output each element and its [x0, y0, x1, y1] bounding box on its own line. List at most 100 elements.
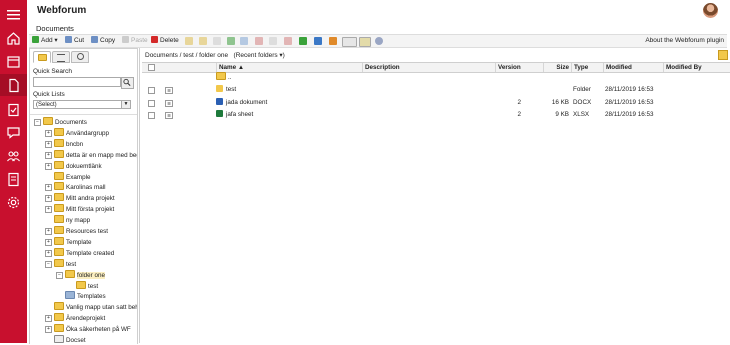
layout-toggle-icon[interactable]: [718, 50, 728, 60]
tree-node[interactable]: − Documents: [34, 117, 87, 127]
chat-icon[interactable]: [6, 125, 21, 140]
breadcrumb-path[interactable]: Documents / test / folder one: [145, 52, 228, 59]
row-checkbox[interactable]: [148, 99, 155, 107]
file-name-link[interactable]: test: [216, 84, 236, 96]
row-checkbox[interactable]: [148, 87, 155, 94]
people-icon[interactable]: [6, 149, 21, 164]
version-icon[interactable]: [227, 37, 235, 45]
parent-folder-row[interactable]: ..: [142, 72, 730, 84]
recent-folders-dropdown[interactable]: (Recent folders ▾): [234, 52, 285, 59]
row-menu-icon[interactable]: ☰: [165, 99, 173, 107]
tree-node[interactable]: − folder one: [56, 269, 106, 280]
row-checkbox[interactable]: [148, 112, 155, 119]
tree-node[interactable]: Vanlig mapp utan satt behöri: [45, 302, 137, 312]
add-button[interactable]: Add ▾: [32, 36, 58, 46]
column-modified-by[interactable]: Modified By: [663, 63, 730, 72]
table-row[interactable]: ☰ jada dokument 2 16 KB DOCX 28/11/2019 16:53: [142, 97, 730, 109]
expand-icon[interactable]: +: [45, 326, 52, 334]
expand-icon[interactable]: +: [45, 195, 52, 203]
column-description[interactable]: Description: [362, 63, 495, 72]
quick-search-input[interactable]: [33, 77, 121, 87]
expand-icon[interactable]: +: [45, 151, 52, 159]
expand-icon[interactable]: +: [45, 129, 52, 137]
about-plugin-link[interactable]: About the Webforum plugin: [645, 36, 724, 46]
expand-icon[interactable]: +: [45, 184, 52, 192]
calendar-icon[interactable]: [6, 54, 21, 69]
row-menu-icon[interactable]: ☰: [165, 87, 173, 94]
tree-node[interactable]: − test: [45, 258, 76, 269]
help-icon[interactable]: [375, 37, 383, 45]
tree-node[interactable]: + Användargrupp: [45, 127, 109, 138]
form-icon[interactable]: [6, 172, 21, 187]
avatar[interactable]: [703, 3, 718, 18]
table-row[interactable]: ☰ test Folder 28/11/2019 16:53: [142, 84, 730, 96]
collapse-icon[interactable]: −: [34, 119, 41, 126]
column-modified[interactable]: Modified: [603, 63, 663, 72]
documents-icon[interactable]: [6, 78, 21, 93]
remove-link-icon[interactable]: [255, 37, 263, 45]
checkout-icon[interactable]: [213, 37, 221, 45]
collapse-icon[interactable]: −: [45, 260, 52, 268]
details-view-icon[interactable]: [359, 37, 371, 47]
tree-node[interactable]: + Resources test: [45, 226, 108, 236]
home-icon[interactable]: [6, 31, 21, 46]
tree-node[interactable]: + bncbn: [45, 138, 83, 149]
tree-node[interactable]: ny mapp: [45, 215, 90, 225]
tab-folders[interactable]: [33, 51, 51, 63]
link-icon[interactable]: [240, 37, 248, 45]
tree-node-content: Resources test: [54, 226, 108, 235]
folder-icon: [54, 258, 64, 267]
delete-button[interactable]: Delete: [151, 36, 179, 46]
tree-node[interactable]: + Template: [45, 236, 92, 247]
expand-icon[interactable]: +: [45, 162, 52, 170]
parent-folder-link[interactable]: ..: [216, 72, 232, 84]
expand-icon[interactable]: +: [45, 249, 52, 257]
expand-icon[interactable]: +: [45, 228, 52, 235]
unlock-icon[interactable]: [199, 37, 207, 45]
tree-node[interactable]: Example: [45, 171, 91, 182]
list-view-icon[interactable]: [342, 37, 357, 47]
tree-node[interactable]: + dokuemtlänk: [45, 160, 102, 171]
tree-node[interactable]: + detta är en mapp med begrän: [45, 149, 137, 160]
tab-search[interactable]: [71, 51, 89, 63]
table-row[interactable]: ☰ jafa sheet 2 9 KB XLSX 28/11/2019 16:53: [142, 109, 730, 121]
tasks-icon[interactable]: [6, 102, 21, 117]
tree-node[interactable]: + Ärendeprojekt: [45, 313, 105, 323]
tab-lists[interactable]: [52, 51, 70, 63]
tree-node[interactable]: Templates: [56, 291, 106, 301]
row-menu-icon[interactable]: ☰: [165, 112, 173, 119]
column-name[interactable]: Name ▲: [216, 63, 362, 72]
tree-node[interactable]: + Template created: [45, 247, 114, 258]
expand-icon[interactable]: +: [45, 315, 52, 323]
expand-icon[interactable]: +: [45, 140, 52, 148]
quick-lists-select[interactable]: (Select) ▼: [33, 100, 131, 109]
lock-icon[interactable]: [185, 37, 193, 45]
permissions-icon[interactable]: [329, 37, 337, 45]
quick-search-button[interactable]: [121, 77, 134, 89]
export-icon[interactable]: [299, 37, 307, 45]
file-size: 9 KB: [555, 111, 569, 118]
settings-icon[interactable]: [6, 195, 21, 210]
expand-icon[interactable]: +: [45, 238, 52, 246]
select-all-checkbox[interactable]: [148, 64, 155, 71]
file-name-link[interactable]: jada dokument: [216, 97, 267, 109]
refresh-icon[interactable]: [314, 37, 322, 45]
tree-node[interactable]: test: [67, 280, 98, 291]
collapse-icon[interactable]: −: [56, 271, 63, 279]
tree-node[interactable]: + Öka säkerheten på WF: [45, 324, 131, 334]
tree-node[interactable]: + Mitt andra projekt: [45, 193, 115, 203]
column-type[interactable]: Type: [571, 63, 603, 72]
file-name-link[interactable]: jafa sheet: [216, 109, 253, 121]
expand-icon[interactable]: +: [45, 206, 52, 214]
paste-button[interactable]: Paste: [122, 36, 148, 46]
tree-node[interactable]: + Karolinas mall: [45, 182, 106, 192]
tree-node[interactable]: Docset: [45, 335, 86, 345]
column-size[interactable]: Size: [543, 63, 571, 72]
menu-icon[interactable]: [6, 7, 21, 22]
properties-icon[interactable]: [269, 37, 277, 45]
cut-button[interactable]: Cut: [65, 36, 84, 46]
tree-node[interactable]: + Mitt första projekt: [45, 204, 114, 214]
column-version[interactable]: Version: [495, 63, 543, 72]
archive-icon[interactable]: [284, 37, 292, 45]
copy-button[interactable]: Copy: [91, 36, 115, 46]
